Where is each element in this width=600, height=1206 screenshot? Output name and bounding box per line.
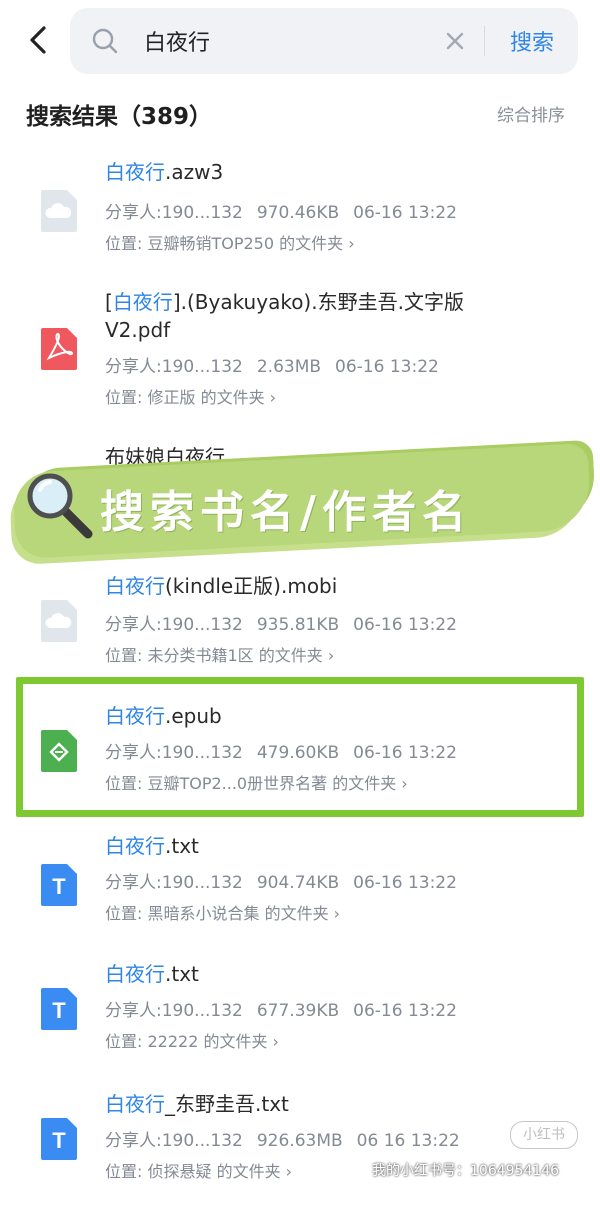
file-location[interactable]: 位置: 黑暗系小说合集 的文件夹 ›	[105, 900, 340, 924]
file-item[interactable]: T 白夜行.txt 分享人:190...132 677.39KB 06-16 13:…	[0, 948, 600, 1076]
file-item[interactable]: T 白夜行_东野圭吾.txt 分享人:190...132 926.63MB 06 1…	[0, 1078, 600, 1206]
search-query[interactable]: 白夜行	[144, 25, 210, 57]
search-icon	[90, 26, 120, 56]
txt-file-icon: T	[39, 986, 79, 1032]
svg-text:T: T	[52, 1128, 66, 1153]
file-item[interactable]: 白夜行.azw3 分享人:190...132 970.46KB 06-16 13:2…	[0, 146, 600, 274]
txt-file-icon: T	[39, 1116, 79, 1162]
cloud-file-icon	[39, 188, 79, 234]
file-meta: 分享人:190...132 904.74KB 06-16 13:22	[105, 873, 457, 893]
file-meta: 分享人:190...132 935.81KB 06-16 13:22	[105, 615, 457, 635]
search-divider	[484, 26, 485, 56]
file-location[interactable]: 位置: 修正版 的文件夹 ›	[105, 384, 276, 408]
top-bar: 白夜行 搜索	[0, 0, 600, 84]
file-name: 白夜行.txt	[105, 834, 199, 858]
watermark-id: 我的小红书号：1064954146	[372, 1163, 560, 1179]
file-name: [白夜行].(Byakuyako).东野圭吾.文字版 V2.pdf	[105, 290, 464, 342]
file-name: 白夜行_东野圭吾.txt	[105, 1092, 289, 1116]
file-name: 白夜行.azw3	[105, 160, 224, 184]
file-meta: 分享人:190...132 2.63MB 06-16 13:22	[105, 357, 439, 377]
search-input[interactable]: 白夜行 搜索	[70, 8, 578, 74]
promo-banner: 搜索书名/作者名	[0, 438, 600, 568]
file-meta: 分享人:190...132 970.46KB 06-16 13:22	[105, 203, 457, 223]
magnifier-icon	[22, 468, 96, 542]
file-location[interactable]: 位置: 侦探悬疑 的文件夹 ›	[105, 1158, 292, 1182]
file-location[interactable]: 位置: 豆瓣畅销TOP250 的文件夹 ›	[105, 230, 355, 254]
cloud-file-icon	[39, 598, 79, 644]
file-meta: 分享人:190...132 926.63MB 06 16 13:22	[105, 1131, 460, 1151]
svg-text:T: T	[52, 874, 66, 899]
results-title: 搜索结果（389）	[26, 104, 213, 130]
svg-text:T: T	[52, 998, 66, 1023]
sort-button[interactable]: 综合排序	[497, 101, 565, 126]
file-name: 白夜行(kindle正版).mobi	[105, 574, 338, 598]
back-button[interactable]	[22, 22, 56, 58]
pdf-file-icon	[39, 326, 79, 372]
clear-icon[interactable]	[440, 26, 470, 56]
chevron-left-icon	[30, 26, 46, 54]
txt-file-icon: T	[39, 862, 79, 908]
search-button[interactable]: 搜索	[510, 25, 554, 57]
file-item[interactable]: T 白夜行.txt 分享人:190...132 904.74KB 06-16 13:…	[0, 820, 600, 948]
banner-text: 搜索书名/作者名	[100, 487, 473, 538]
highlight-frame	[16, 677, 584, 817]
file-item[interactable]: 白夜行(kindle正版).mobi 分享人:190...132 935.81KB…	[0, 564, 600, 692]
file-name: 白夜行.txt	[105, 962, 199, 986]
file-location[interactable]: 位置: 22222 的文件夹 ›	[105, 1028, 279, 1052]
file-location[interactable]: 位置: 未分类书籍1区 的文件夹 ›	[105, 642, 334, 666]
file-meta: 分享人:190...132 677.39KB 06-16 13:22	[105, 1001, 457, 1021]
watermark-badge: 小红书	[510, 1121, 578, 1149]
file-item[interactable]: [白夜行].(Byakuyako).东野圭吾.文字版 V2.pdf 分享人:190…	[0, 274, 600, 424]
